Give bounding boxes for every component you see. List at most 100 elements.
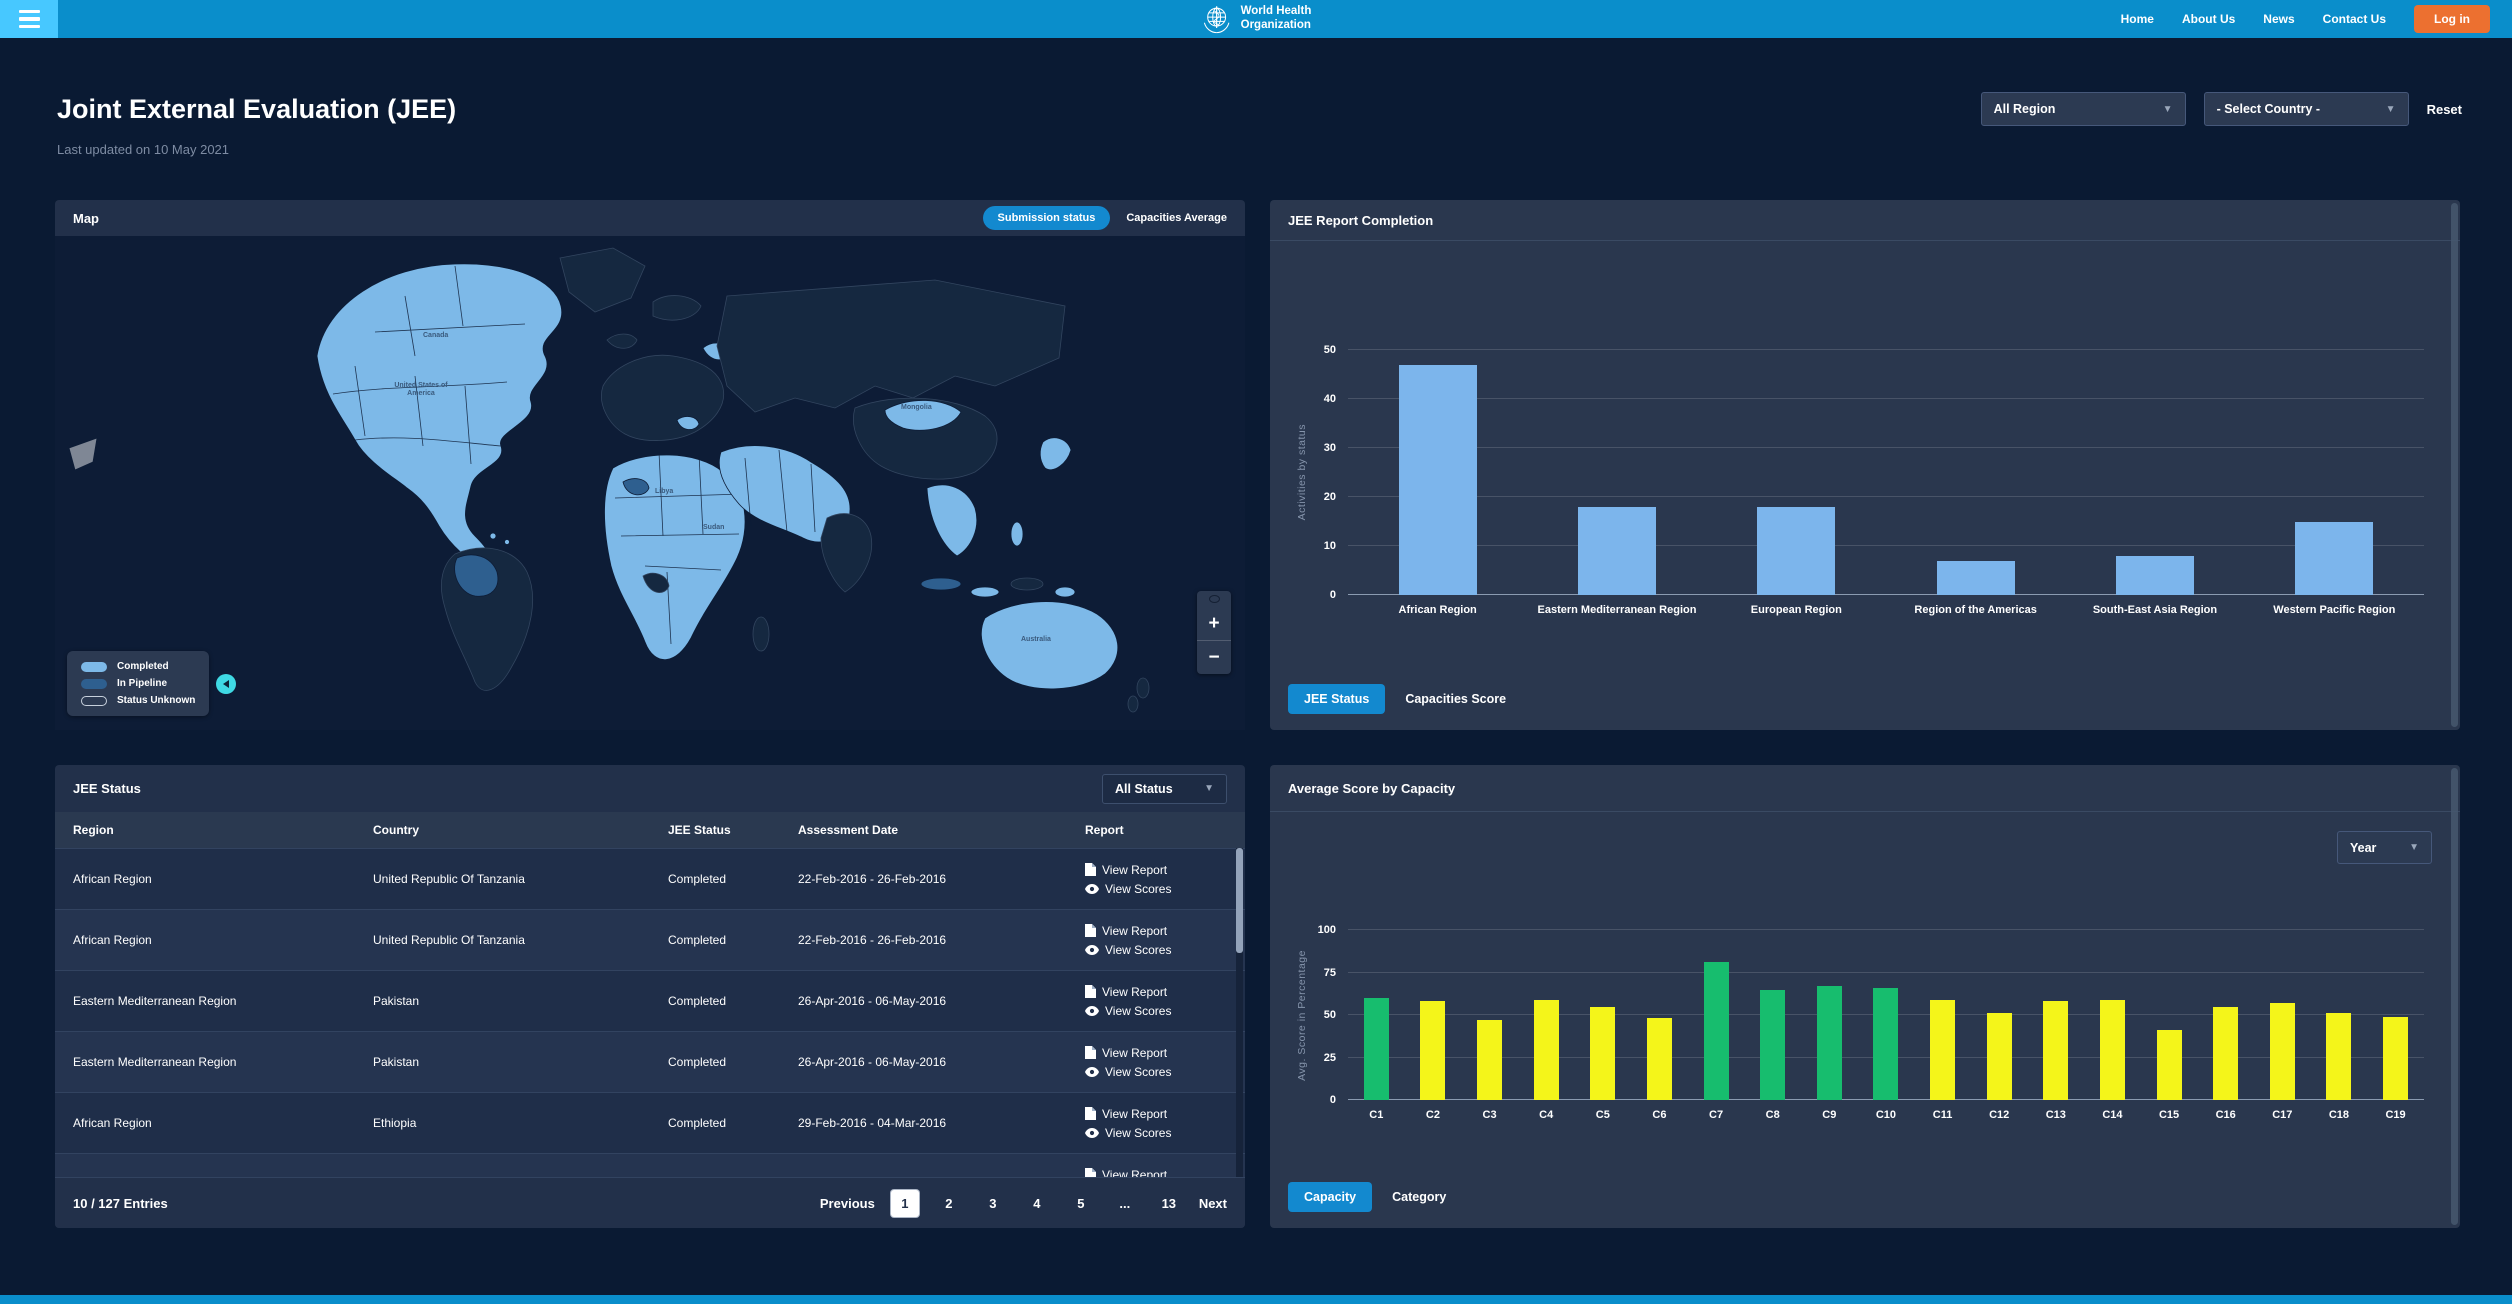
bar-African Region[interactable] [1399, 365, 1477, 595]
who-logo[interactable]: World Health Organization [1201, 3, 1312, 35]
page-button[interactable]: 1 [891, 1190, 919, 1217]
bar-C4[interactable] [1534, 1000, 1559, 1100]
view-scores-link[interactable]: View Scores [1085, 1126, 1227, 1140]
x-tick-label: South-East Asia Region [2065, 604, 2244, 616]
bar-C10[interactable] [1873, 988, 1898, 1100]
nav-news[interactable]: News [2263, 12, 2294, 26]
bar-C14[interactable] [2100, 1000, 2125, 1100]
chevron-down-icon: ▼ [1204, 783, 1214, 794]
table-card-header: JEE Status All Status ▼ [55, 765, 1245, 812]
bar-C7[interactable] [1704, 962, 1729, 1100]
x-tick-label: C19 [2367, 1109, 2424, 1121]
scrollbar[interactable] [2451, 768, 2458, 1225]
next-page-button[interactable]: Next [1199, 1196, 1227, 1211]
nav-about-us[interactable]: About Us [2182, 12, 2235, 26]
zoom-in-button[interactable]: + [1197, 607, 1231, 640]
view-scores-link[interactable]: View Scores [1085, 1065, 1227, 1079]
country-filter-dropdown[interactable]: - Select Country - ▼ [2204, 92, 2409, 126]
tab-jee-status[interactable]: JEE Status [1288, 684, 1385, 714]
cell-country: Ethiopia [373, 1116, 668, 1130]
view-report-link[interactable]: View Report [1085, 985, 1227, 999]
bar-C9[interactable] [1817, 986, 1842, 1100]
document-icon [1085, 1107, 1096, 1120]
table-row: Eastern Mediterranean Region Pakistan Co… [55, 970, 1245, 1031]
bar-C1[interactable] [1364, 998, 1389, 1100]
capacities-average-toggle[interactable]: Capacities Average [1126, 212, 1227, 224]
page-button[interactable]: 13 [1155, 1190, 1183, 1217]
bar-C11[interactable] [1930, 1000, 1955, 1100]
table-scrollbar[interactable] [1236, 848, 1243, 1178]
map-country-label: Canada [423, 332, 448, 340]
page-button[interactable]: 5 [1067, 1190, 1095, 1217]
status-unknown-swatch [81, 696, 107, 706]
status-filter-dropdown[interactable]: All Status ▼ [1102, 774, 1227, 804]
capacity-card-header: Average Score by Capacity [1270, 765, 2460, 812]
previous-page-button[interactable]: Previous [820, 1196, 875, 1211]
bar-C3[interactable] [1477, 1020, 1502, 1100]
page-button[interactable]: 3 [979, 1190, 1007, 1217]
scrollbar-thumb[interactable] [1236, 848, 1243, 953]
arrow-left-icon [223, 680, 229, 688]
login-button[interactable]: Log in [2414, 5, 2490, 33]
bar-C8[interactable] [1760, 990, 1785, 1101]
page-button[interactable]: 2 [935, 1190, 963, 1217]
bar-C13[interactable] [2043, 1001, 2068, 1100]
bar-C17[interactable] [2270, 1003, 2295, 1100]
bar-South-East Asia Region[interactable] [2116, 556, 2194, 595]
bar-Western Pacific Region[interactable] [2295, 522, 2373, 596]
x-tick-label: African Region [1348, 604, 1527, 616]
zoom-out-button[interactable]: − [1197, 640, 1231, 674]
map-card-title: Map [73, 211, 99, 226]
x-tick-label: C11 [1914, 1109, 1971, 1121]
bar-C5[interactable] [1590, 1007, 1615, 1101]
bar-C2[interactable] [1420, 1001, 1445, 1100]
x-tick-label: C2 [1405, 1109, 1462, 1121]
bar-Eastern Mediterranean Region[interactable] [1578, 507, 1656, 595]
bar-C16[interactable] [2213, 1007, 2238, 1101]
bar-C18[interactable] [2326, 1013, 2351, 1100]
cell-date: 29-Feb-2016 - 04-Mar-2016 [798, 1116, 1085, 1130]
view-report-link[interactable]: View Report [1085, 1107, 1227, 1121]
table-row: African Region United Republic Of Tanzan… [55, 909, 1245, 970]
bar-C15[interactable] [2157, 1030, 2182, 1100]
legend-collapse-button[interactable] [216, 674, 236, 694]
cell-region: Eastern Mediterranean Region [73, 994, 373, 1008]
cell-status: Completed [668, 1116, 798, 1130]
cell-status: Completed [668, 1055, 798, 1069]
capacity-chart-plot [1348, 930, 2424, 1100]
bar-European Region[interactable] [1757, 507, 1835, 595]
submission-status-toggle[interactable]: Submission status [983, 206, 1111, 230]
bar-Region of the Americas[interactable] [1937, 561, 2015, 595]
cell-status: Completed [668, 994, 798, 1008]
tab-capacity[interactable]: Capacity [1288, 1182, 1372, 1212]
bar-C6[interactable] [1647, 1018, 1672, 1100]
region-filter-dropdown[interactable]: All Region ▼ [1981, 92, 2186, 126]
tab-capacities-score[interactable]: Capacities Score [1405, 692, 1506, 706]
view-report-link[interactable]: View Report [1085, 1046, 1227, 1060]
view-report-link[interactable]: View Report [1085, 863, 1227, 877]
page-button[interactable]: 4 [1023, 1190, 1051, 1217]
y-tick-label: 100 [1318, 924, 1336, 936]
nav-contact-us[interactable]: Contact Us [2323, 12, 2386, 26]
global-filters: All Region ▼ - Select Country - ▼ Reset [1981, 92, 2462, 126]
view-scores-link[interactable]: View Scores [1085, 882, 1227, 896]
view-report-link[interactable]: View Report [1085, 924, 1227, 938]
bars [1348, 930, 2424, 1100]
y-tick-label: 0 [1330, 589, 1336, 601]
legend-item-in-pipeline: In Pipeline [81, 678, 195, 689]
hamburger-menu-button[interactable] [0, 0, 58, 38]
scrollbar[interactable] [2451, 203, 2458, 727]
map-reset-icon[interactable] [1197, 591, 1231, 607]
bar-C12[interactable] [1987, 1013, 2012, 1100]
world-map[interactable]: Canada United States of America Mongolia… [55, 236, 1245, 730]
bar-C19[interactable] [2383, 1017, 2408, 1100]
reset-filters-button[interactable]: Reset [2427, 102, 2462, 117]
who-logo-text: World Health Organization [1241, 5, 1312, 33]
nav-home[interactable]: Home [2121, 12, 2154, 26]
view-scores-link[interactable]: View Scores [1085, 1004, 1227, 1018]
tab-category[interactable]: Category [1392, 1190, 1446, 1204]
view-scores-link[interactable]: View Scores [1085, 943, 1227, 957]
table-card-title: JEE Status [73, 781, 141, 796]
capacity-card-tabs: Capacity Category [1288, 1182, 1446, 1212]
year-filter-dropdown[interactable]: Year ▼ [2337, 831, 2432, 864]
